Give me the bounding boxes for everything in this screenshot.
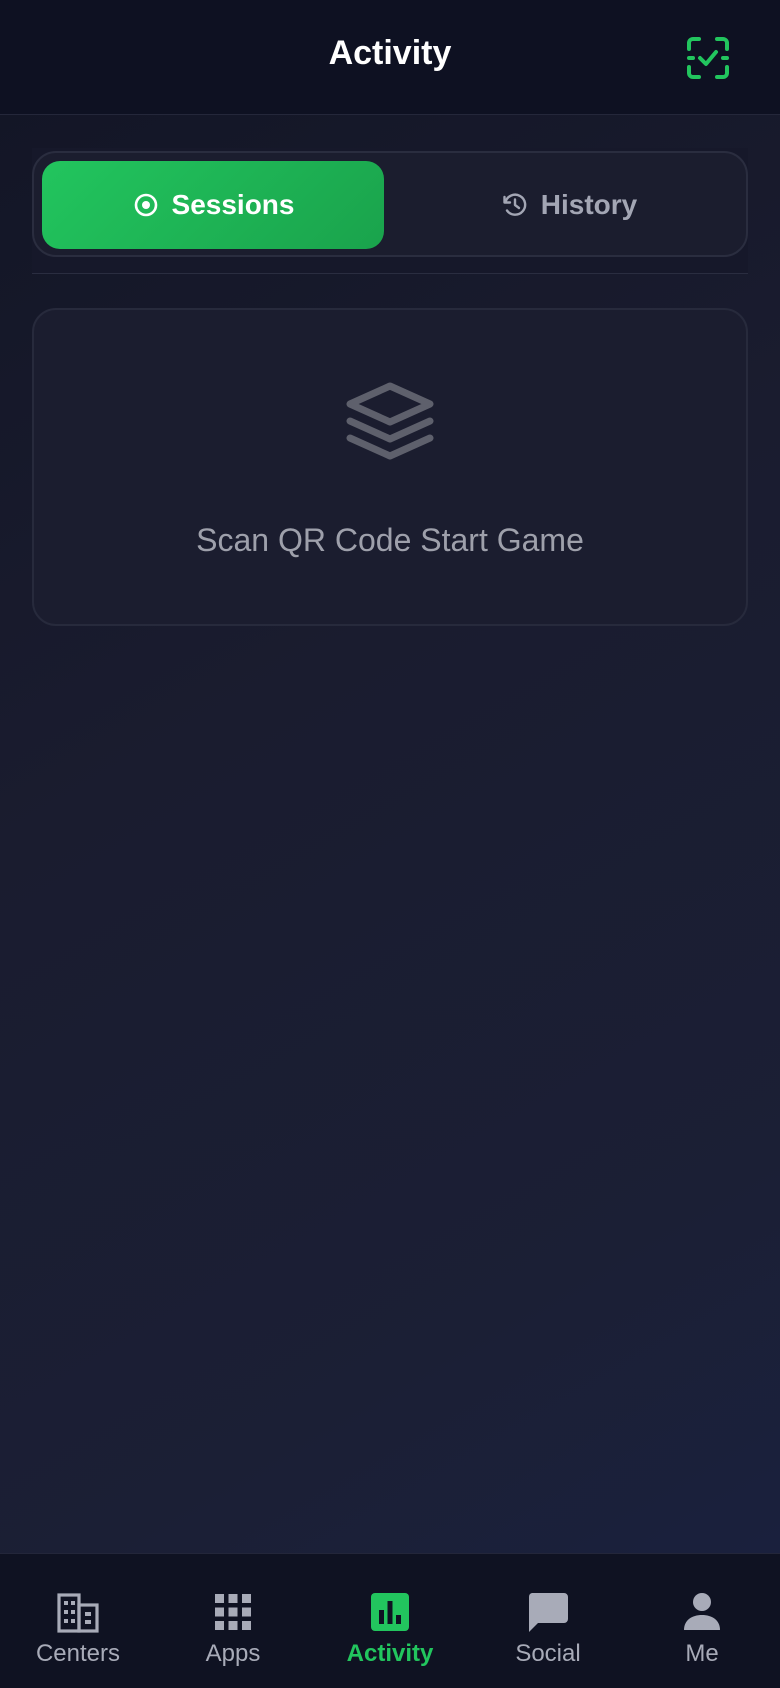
tab-history[interactable]: History bbox=[398, 161, 740, 249]
tab-bar: Sessions History bbox=[32, 151, 748, 257]
bar-chart-icon bbox=[371, 1593, 409, 1631]
tab-bar-container: Sessions History bbox=[32, 148, 748, 274]
nav-social-label: Social bbox=[515, 1640, 581, 1667]
nav-centers-label: Centers bbox=[35, 1640, 121, 1667]
bottom-navigation: Centers Apps Activity Social Me bbox=[0, 1553, 780, 1688]
grid-icon bbox=[215, 1594, 251, 1630]
scan-check-icon bbox=[687, 37, 729, 79]
nav-me[interactable]: Me bbox=[627, 1590, 777, 1668]
tab-sessions[interactable]: Sessions bbox=[42, 161, 384, 249]
nav-me-label: Me bbox=[685, 1640, 719, 1667]
person-icon bbox=[684, 1593, 720, 1630]
history-icon bbox=[503, 193, 527, 216]
nav-activity-label: Activity bbox=[346, 1640, 434, 1667]
nav-apps[interactable]: Apps bbox=[158, 1590, 308, 1668]
building-icon bbox=[57, 1593, 99, 1633]
empty-sessions-card: Scan QR Code Start Game bbox=[32, 308, 748, 626]
nav-social[interactable]: Social bbox=[473, 1590, 623, 1668]
scan-qr-button[interactable] bbox=[686, 36, 730, 80]
empty-state-message: Scan QR Code Start Game bbox=[196, 522, 584, 558]
target-icon bbox=[134, 193, 157, 217]
tab-sessions-label: Sessions bbox=[171, 189, 295, 220]
chat-icon bbox=[528, 1593, 568, 1632]
nav-centers[interactable]: Centers bbox=[3, 1590, 153, 1668]
top-header: Activity bbox=[0, 0, 780, 115]
nav-apps-label: Apps bbox=[205, 1640, 261, 1667]
tab-history-label: History bbox=[540, 189, 638, 220]
layers-icon bbox=[346, 382, 434, 460]
nav-activity[interactable]: Activity bbox=[315, 1590, 465, 1668]
activity-screen: Activity Sessions History Scan QR Code S… bbox=[0, 0, 780, 1688]
page-title: Activity bbox=[328, 34, 452, 72]
